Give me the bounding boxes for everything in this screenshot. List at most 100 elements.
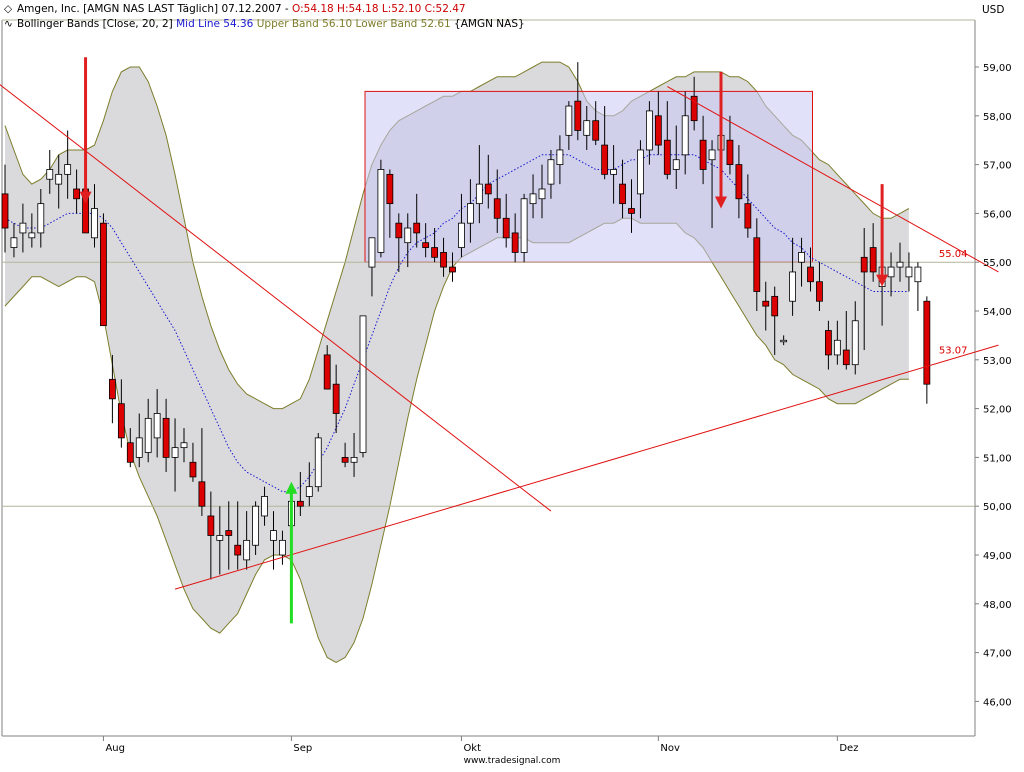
candle-body-up: [681, 115, 689, 156]
y-tick-label: 54,00: [983, 307, 1012, 318]
candle-body-down: [207, 515, 215, 536]
candle-body-up: [261, 496, 268, 517]
candle-body-down: [628, 208, 635, 214]
candle-body-up: [905, 266, 913, 278]
candle-body-up: [547, 159, 555, 185]
candle-body-up: [270, 530, 277, 541]
candle-body-down: [923, 300, 931, 385]
y-tick-label: 59,00: [983, 63, 1012, 74]
mid-line-value: Mid Line 54.36: [176, 18, 254, 30]
candle-body-down: [296, 500, 304, 507]
candle-body-down: [109, 378, 116, 400]
candle-body-down: [162, 417, 170, 458]
candle-body-down: [699, 139, 707, 170]
candle-body-down: [449, 266, 456, 273]
candle-body-down: [771, 295, 779, 317]
candle-body-up: [171, 447, 179, 458]
x-tick-label: Aug: [105, 743, 125, 754]
candle-body-up: [46, 169, 54, 180]
candle-body-up: [314, 437, 322, 488]
candle-body-up: [144, 417, 152, 453]
candlestick-chart: 55.04 53.07 46,00 47,00 48,00 49,00 50,00 51,0…: [0, 0, 1024, 768]
candle-body-up: [851, 320, 859, 366]
x-tick-label: Dez: [839, 743, 858, 754]
candle-body-down: [860, 256, 868, 273]
candle-body-up: [377, 169, 385, 253]
candle-body-up: [833, 339, 841, 356]
candle-body-up: [529, 193, 537, 205]
candle-body-down: [332, 383, 340, 414]
candle-body-down: [735, 164, 743, 200]
candle-body-up: [243, 539, 251, 561]
candle-body-down: [869, 247, 877, 273]
candle-body-down: [117, 403, 125, 439]
candle-body-up: [55, 173, 63, 185]
candle-body-down: [502, 217, 510, 239]
candle-body-up: [10, 237, 18, 248]
candle-body-down: [816, 281, 823, 302]
lower-band-value: Lower Band 52.61: [356, 18, 451, 30]
candle-body-down: [753, 237, 761, 292]
candle-body-down: [341, 456, 349, 463]
candle-body-down: [825, 330, 832, 356]
candle-body-down: [574, 100, 582, 131]
ohlc-values: O:54.18 H:54.18 L:52.10 C:52.47: [292, 3, 466, 15]
candle-body-up: [520, 198, 528, 253]
candle-body-up: [37, 203, 45, 234]
candle-body-down: [386, 173, 394, 205]
candle-body-up: [252, 505, 260, 546]
x-tick-label: Okt: [463, 743, 481, 754]
candle-body-up: [538, 188, 546, 200]
candle-body-up: [556, 149, 564, 166]
candle: [314, 433, 322, 492]
candle-body-up: [887, 266, 895, 278]
candle: [359, 315, 367, 458]
candle-body-up: [458, 222, 465, 248]
candle-body-down: [422, 242, 430, 248]
price-label: 55.04: [939, 249, 968, 260]
footer-credit: www.tradesignal.com: [464, 756, 561, 766]
candle-body-down: [762, 300, 770, 307]
candle-body-down: [654, 115, 662, 146]
toggle-icon[interactable]: ◇: [4, 3, 13, 15]
candle-body-up: [565, 105, 573, 136]
indicator-suffix: {AMGN NAS}: [451, 18, 525, 30]
y-tick-label: 51,00: [983, 453, 1012, 464]
candle: [520, 193, 528, 263]
candle-body-down: [126, 442, 134, 463]
candle-body-down: [413, 222, 421, 234]
candle-body-down: [592, 120, 600, 141]
candle-body-up: [359, 315, 367, 453]
y-tick-label: 56,00: [983, 209, 1012, 220]
candle-body-up: [672, 159, 680, 170]
y-tick-label: 55,00: [983, 258, 1012, 269]
candle-body-down: [73, 188, 80, 200]
chart-window: 55.04 53.07 46,00 47,00 48,00 49,00 50,00 51,0…: [0, 0, 1024, 768]
y-tick-label: 52,00: [983, 405, 1012, 416]
candle-body-up: [19, 222, 27, 234]
upper-band-value: Upper Band 56.10: [257, 18, 352, 30]
y-tick-label: 50,00: [983, 502, 1012, 513]
candle-body-up: [466, 203, 474, 224]
candle-body-down: [440, 252, 447, 268]
y-tick-label: 49,00: [983, 551, 1012, 562]
indicator-icon[interactable]: ∿: [4, 18, 13, 30]
x-tick-label: Sep: [293, 743, 312, 754]
candle-body-down: [663, 139, 671, 175]
candle-body-up: [350, 456, 358, 463]
candle-body-up: [798, 252, 805, 263]
candle-body-up: [305, 486, 313, 497]
candle-body-up: [64, 164, 72, 175]
candle-body-down: [198, 481, 206, 507]
candle-body-down: [511, 232, 519, 253]
candle-body-down: [189, 461, 197, 478]
candle-body-down: [323, 354, 331, 390]
candle-body-up: [216, 535, 224, 541]
y-tick-label: 58,00: [983, 112, 1012, 123]
candle-body-up: [279, 539, 286, 556]
candle-body-down: [493, 198, 501, 219]
candle-body-up: [368, 237, 376, 268]
candle-body-up: [789, 271, 796, 302]
y-tick-label: 53,00: [983, 356, 1012, 367]
candle-body-down: [484, 183, 492, 195]
